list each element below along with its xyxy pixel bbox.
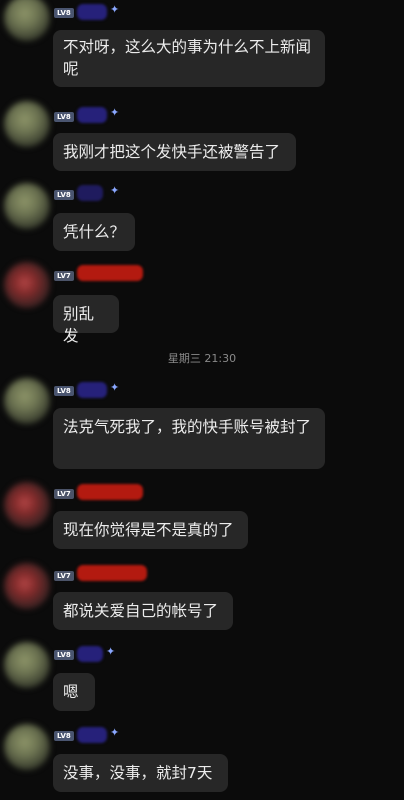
level-badge: LV8 (54, 8, 74, 18)
message-bubble[interactable]: 我刚才把这个发快手还被警告了 (53, 133, 296, 171)
message-bubble[interactable]: 嗯 (53, 673, 95, 711)
avatar[interactable] (4, 642, 50, 688)
sparkle-icon: ✦ (110, 726, 120, 739)
chat-list: LV8 ✦ 不对呀，这么大的事为什么不上新闻呢 LV8 ✦ 我刚才把这个发快手还… (0, 0, 404, 800)
level-badge: LV8 (54, 386, 74, 396)
message-bubble[interactable]: 都说关爱自己的帐号了 (53, 592, 233, 630)
username-redacted (77, 565, 147, 581)
avatar[interactable] (4, 101, 50, 147)
username-redacted (77, 727, 107, 743)
chat-timestamp: 星期三 21:30 (167, 352, 237, 365)
level-badge: LV7 (54, 271, 74, 281)
sparkle-icon: ✦ (106, 645, 116, 658)
avatar[interactable] (4, 183, 50, 229)
message-bubble[interactable]: 现在你觉得是不是真的了 (53, 511, 248, 549)
message-bubble[interactable]: 不对呀，这么大的事为什么不上新闻呢 (53, 30, 325, 87)
level-badge: LV7 (54, 571, 74, 581)
avatar[interactable] (4, 262, 50, 308)
username-redacted (77, 4, 107, 20)
level-badge: LV7 (54, 489, 74, 499)
sparkle-icon: ✦ (110, 184, 120, 197)
username-redacted (77, 484, 143, 500)
level-badge: LV8 (54, 190, 74, 200)
message-bubble[interactable]: 别乱发 (53, 295, 119, 345)
level-badge: LV8 (54, 112, 74, 122)
sparkle-icon: ✦ (110, 106, 120, 119)
username-redacted (77, 382, 107, 398)
avatar[interactable] (4, 0, 50, 41)
message-bubble[interactable]: 法克气死我了，我的快手账号被封了 (53, 408, 325, 469)
username-redacted (77, 185, 103, 201)
avatar[interactable] (4, 482, 50, 528)
avatar[interactable] (4, 378, 50, 424)
level-badge: LV8 (54, 650, 74, 660)
username-redacted (77, 107, 107, 123)
message-bubble[interactable]: 凭什么？ (53, 213, 135, 251)
username-redacted (77, 646, 103, 662)
message-bubble[interactable]: 没事，没事，就封7天 (53, 754, 228, 792)
sparkle-icon: ✦ (110, 381, 120, 394)
level-badge: LV8 (54, 731, 74, 741)
avatar[interactable] (4, 563, 50, 609)
username-redacted (77, 265, 143, 281)
avatar[interactable] (4, 724, 50, 770)
sparkle-icon: ✦ (110, 3, 120, 16)
